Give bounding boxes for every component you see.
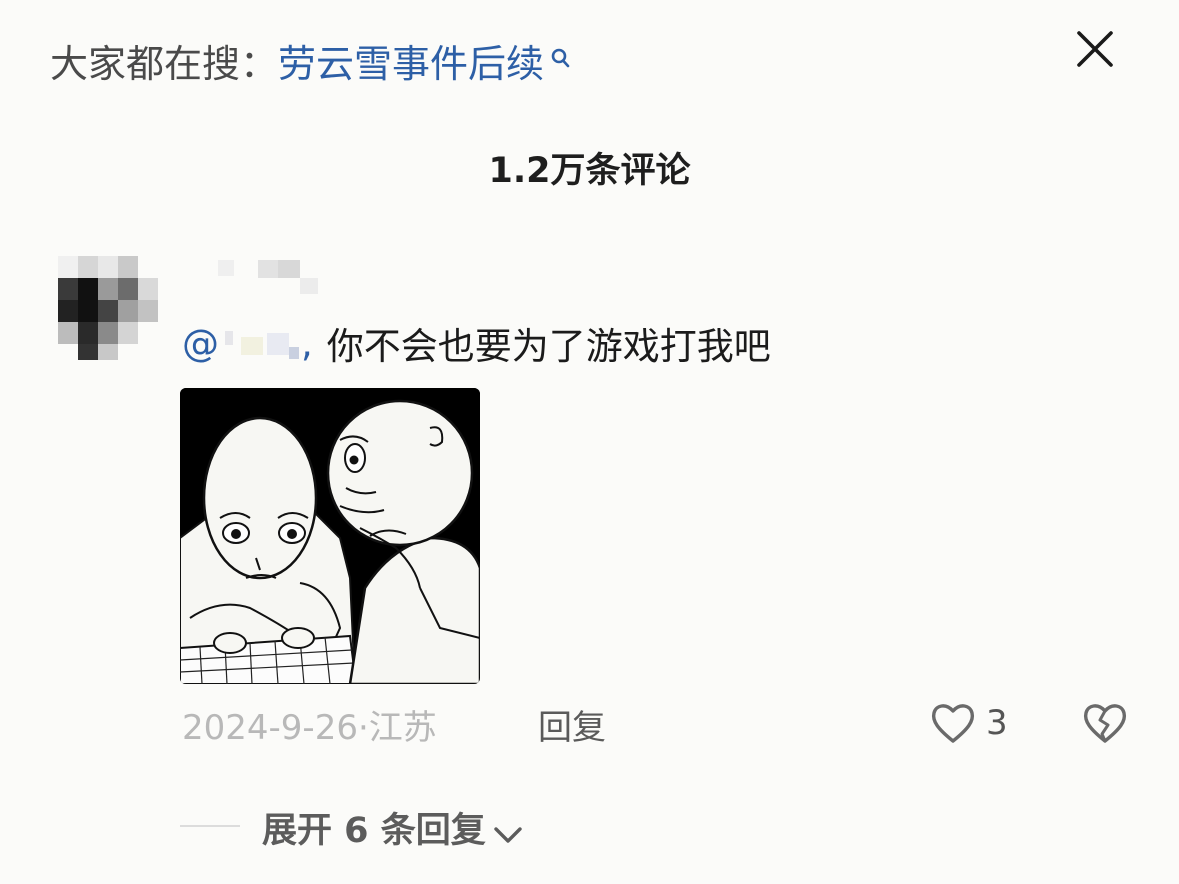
expand-divider [180, 825, 240, 827]
comment-date: 2024-9-26 [182, 708, 358, 748]
search-term-link[interactable]: 劳云雪事件后续 [278, 33, 544, 88]
close-icon [1077, 31, 1113, 67]
comment-location: 江苏 [368, 708, 437, 748]
search-icon[interactable] [550, 38, 572, 68]
mention-link[interactable]: @ , [182, 321, 327, 365]
mention-comma: , [301, 321, 313, 365]
comment-image[interactable] [180, 388, 480, 684]
mention-at: @ [182, 321, 219, 365]
like-button[interactable]: 3 [928, 698, 1008, 748]
expand-replies-label: 展开 6 条回复 [262, 811, 486, 851]
chevron-down-icon [492, 816, 524, 843]
meta-separator: · [357, 708, 369, 748]
reply-button[interactable]: 回复 [538, 700, 606, 749]
avatar[interactable] [58, 256, 158, 360]
comment-meta: 2024-9-26·江苏 [182, 700, 437, 749]
trending-search-bar[interactable]: 大家都在搜 ： 劳云雪事件后续 [50, 32, 572, 88]
username-blurred[interactable] [218, 258, 328, 298]
close-button[interactable] [1072, 26, 1118, 72]
expand-replies-button[interactable]: 展开 6 条回复 [262, 802, 524, 853]
heart-icon [931, 704, 975, 743]
comment-body: @ , 你不会也要为了游戏打我吧 [182, 316, 771, 370]
like-count: 3 [986, 703, 1008, 743]
comment-count-title: 1.2万条评论 [488, 151, 691, 191]
mention-blurred [221, 321, 301, 365]
dislike-button[interactable] [1080, 698, 1130, 748]
broken-heart-icon [1083, 704, 1127, 743]
search-prefix: 大家都在搜 [50, 41, 241, 86]
search-separator: ： [240, 41, 279, 86]
comment-text: 你不会也要为了游戏打我吧 [326, 325, 771, 368]
comment-screen: 大家都在搜 ： 劳云雪事件后续 1.2万条评论 @ , 你不会也要为了游戏打我吧… [0, 0, 1179, 884]
